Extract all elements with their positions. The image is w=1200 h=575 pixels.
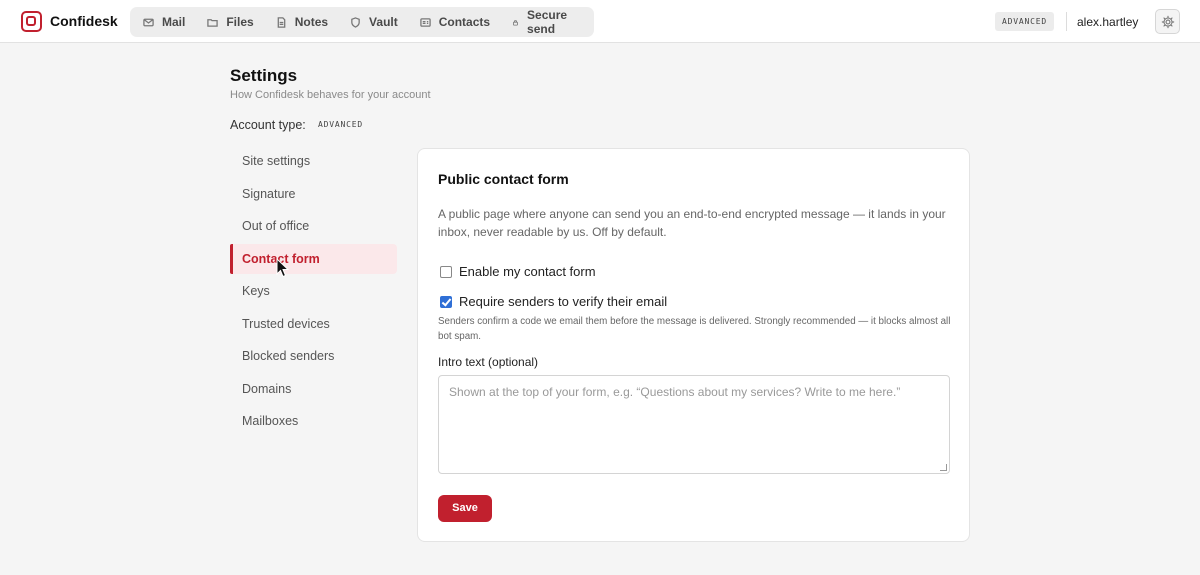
page-subtitle: How Confidesk behaves for your account [230,89,431,101]
confidesk-logo-icon[interactable] [21,11,42,32]
nav-item-notes[interactable]: Notes [276,15,328,29]
card-title: Public contact form [438,171,569,187]
gear-icon [1161,15,1174,28]
brand-name[interactable]: Confidesk [50,13,118,29]
contact-card-icon [420,17,431,27]
require-verify-label[interactable]: Require senders to verify their email [459,294,667,309]
account-type-badge: ADVANCED [318,120,363,129]
mouse-cursor-icon [276,258,290,278]
nav-item-label: Secure send [527,8,568,36]
account-type-label: Account type: [230,118,306,132]
nav-item-label: Files [226,15,254,29]
enable-contact-form-checkbox[interactable] [440,265,452,278]
nav-item-mail[interactable]: Mail [143,15,185,29]
nav-item-secure-send[interactable]: Secure send [512,8,572,36]
document-icon [277,16,286,28]
nav-item-label: Contacts [438,15,491,29]
nav-item-label: Mail [162,15,186,29]
nav-item-files[interactable]: Files [207,15,254,29]
mail-icon [143,18,154,26]
verify-hint: Senders confirm a code we email them bef… [438,316,951,342]
lock-icon [513,19,518,26]
enable-contact-form-label[interactable]: Enable my contact form [459,264,596,279]
sidebar-item-keys[interactable]: Keys [230,276,397,306]
sidebar-item-domains[interactable]: Domains [230,374,397,404]
sidebar-item-signature[interactable]: Signature [230,179,397,209]
sidebar-item-mailboxes[interactable]: Mailboxes [230,406,397,436]
divider [1066,12,1067,31]
nav-item-contacts[interactable]: Contacts [420,15,490,29]
page-title: Settings [230,66,298,85]
username[interactable]: alex.hartley [1077,15,1138,29]
nav-item-label: Vault [369,15,398,29]
main-nav: Mail Files Notes Vault Contacts Secure s… [130,7,594,37]
intro-text-placeholder: Shown at the top of your form, e.g. “Que… [449,385,901,399]
nav-item-label: Notes [294,15,329,29]
resize-handle-icon[interactable] [940,464,947,471]
sidebar-item-blocked-senders[interactable]: Blocked senders [230,341,397,371]
sidebar-item-site-settings[interactable]: Site settings [230,146,397,176]
sidebar-item-trusted-devices[interactable]: Trusted devices [230,309,397,339]
contact-form-card: Public contact form A public page where … [417,148,970,542]
top-bar: Confidesk Mail Files Notes Vault Contact… [0,0,1200,43]
sidebar-item-contact-form[interactable]: Contact form [230,243,397,274]
nav-item-vault[interactable]: Vault [350,15,398,29]
sidebar-item-out-of-office[interactable]: Out of office [230,211,397,241]
require-verify-row[interactable]: Require senders to verify their email [440,294,667,309]
folder-icon [207,18,219,27]
settings-sidebar: Site settings Signature Out of office Co… [230,146,397,439]
card-description: A public page where anyone can send you … [438,207,946,239]
shield-icon [351,16,360,28]
settings-button[interactable] [1155,9,1180,34]
intro-text-input[interactable]: Shown at the top of your form, e.g. “Que… [438,375,950,474]
account-tier-badge: ADVANCED [995,12,1054,31]
enable-contact-form-row[interactable]: Enable my contact form [440,264,596,279]
save-button[interactable]: Save [438,495,492,522]
require-verify-checkbox[interactable] [440,295,452,308]
intro-text-label: Intro text (optional) [438,355,539,369]
